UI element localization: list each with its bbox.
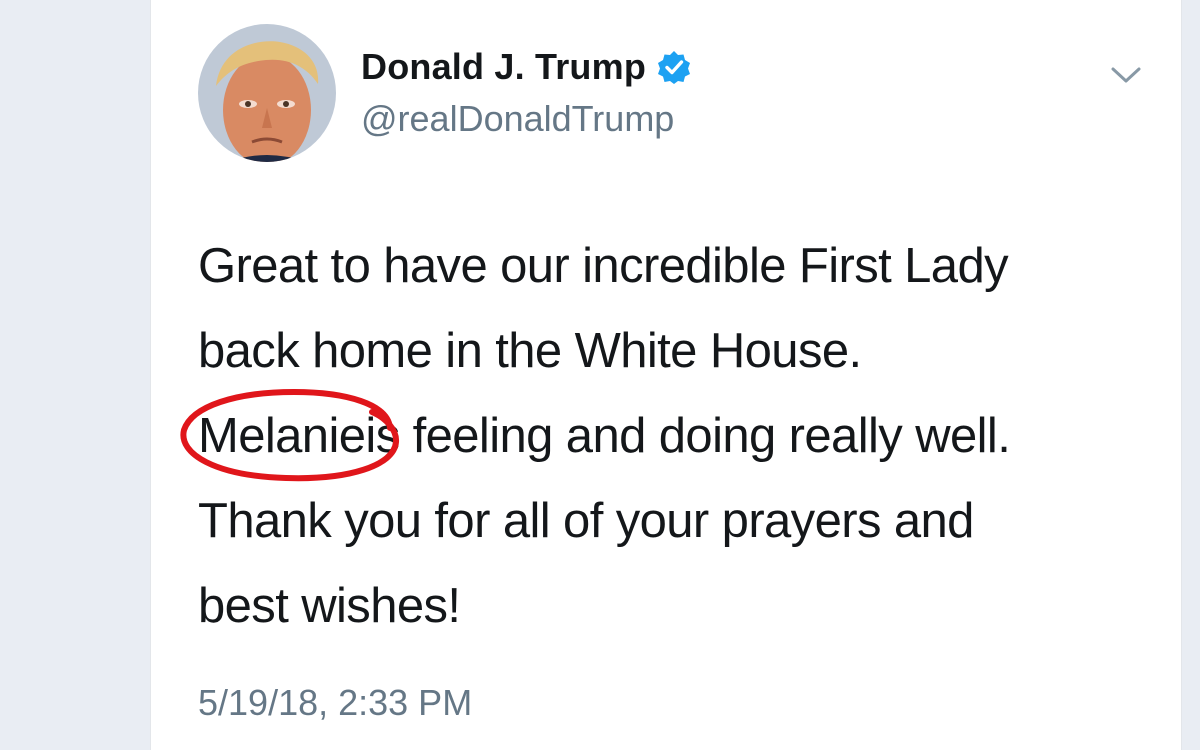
author-handle[interactable]: @realDonaldTrump [361,98,921,140]
avatar[interactable] [198,24,336,162]
tweet-timestamp[interactable]: 5/19/18, 2:33 PM [198,682,472,724]
circled-word-text: Melanie [198,409,366,463]
page: Donald J. Trump @realDonaldTrump Great t… [0,0,1200,750]
circled-word: Melanie [180,388,400,482]
tweet-text-line: back home in the White House. [198,324,862,378]
author-display-name[interactable]: Donald J. Trump [361,46,646,88]
tweet-text-line: best wishes! [198,579,461,633]
verified-badge-icon [656,49,692,85]
tweet-menu-button[interactable] [1106,55,1146,95]
tweet-text-line: Melanie is feeling and doing really well. [180,388,1158,482]
tweet-text: Great to have our incredible First Lady … [180,224,1158,649]
tweet-card: Donald J. Trump @realDonaldTrump Great t… [150,0,1182,750]
name-row: Donald J. Trump [361,40,921,94]
avatar-image [198,24,336,162]
tweet-text-fragment: is feeling and doing really well. [365,409,1011,463]
chevron-down-icon [1111,67,1141,83]
tweet-text-line: Great to have our incredible First Lady [198,239,1009,293]
tweet-text-line: Thank you for all of your prayers and [198,494,974,548]
tweet-author: Donald J. Trump @realDonaldTrump [361,40,921,140]
